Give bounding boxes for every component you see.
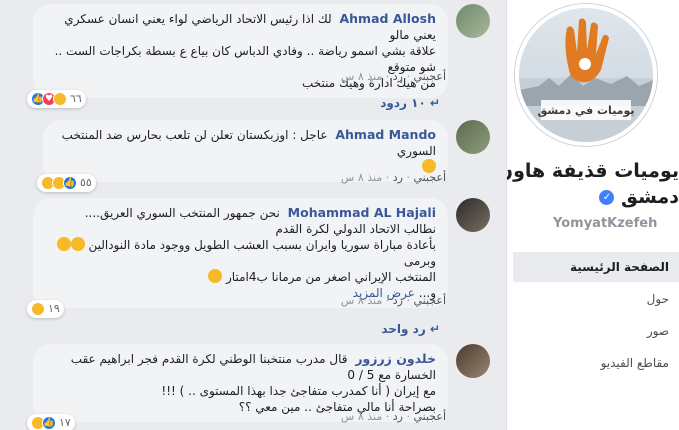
avatar[interactable]: [456, 4, 490, 38]
comment-text-line: نحن جمهور المنتخب السوري العريق....: [84, 206, 280, 220]
sidebar-item-home[interactable]: الصفحة الرئيسية: [513, 252, 679, 282]
view-replies-link[interactable]: ↵ رد واحد: [381, 322, 440, 336]
avatar[interactable]: [456, 198, 490, 232]
laughing-emoji-icon: [70, 237, 85, 251]
like-reaction-icon: 👍: [63, 176, 77, 190]
comment-text-line: المنتخب الإيراني اصغر من مرمانا ب4امتار: [226, 270, 436, 284]
reaction-summary[interactable]: ١٩: [27, 300, 64, 318]
comment-author[interactable]: Ahmad Allosh: [339, 11, 436, 26]
page-title-line: دمشق: [621, 186, 679, 208]
comment-actions: أعجبني · رد · منذ ٨ س: [340, 410, 446, 423]
reply-link[interactable]: رد: [393, 171, 403, 184]
comment-time[interactable]: منذ ٨ س: [341, 171, 382, 184]
reaction-summary[interactable]: 👍 ٥٥: [37, 174, 96, 192]
comment-actions: أعجبني · رد · منذ ٨ س: [340, 171, 446, 184]
comment-author[interactable]: Mohammad AL Hajali: [288, 205, 436, 220]
comment-time[interactable]: منذ ٨ س: [341, 294, 382, 307]
comment-text-line: بأعادة مباراة سوريا وايران بسبب العشب ال…: [88, 238, 436, 252]
comment-text-line: نطالب الاتحاد الدولي لكرة القدم: [275, 222, 436, 236]
verified-badge-icon: ✓: [599, 190, 615, 205]
reaction-count: ٥٥: [80, 176, 92, 189]
laughing-emoji-icon: [56, 237, 71, 251]
reaction-summary[interactable]: 👍 ١٧: [27, 414, 75, 430]
haha-reaction-icon: [53, 92, 67, 106]
sidebar-item-photos[interactable]: صور: [513, 324, 679, 338]
comments-feed: Ahmad Allosh لك اذا رئيس الاتحاد الرياضي…: [0, 0, 506, 430]
reply-link[interactable]: رد: [393, 294, 403, 307]
comment-text-line: وبرمى: [403, 254, 436, 268]
page-username[interactable]: YomyatKzefeh: [553, 216, 657, 231]
reply-arrow-icon: ↵: [429, 96, 440, 110]
comment-bubble: Mohammad AL Hajali نحن جمهور المنتخب الس…: [27, 198, 448, 318]
like-link[interactable]: أعجبني: [413, 171, 446, 184]
comment-author[interactable]: Ahmad Mando: [335, 127, 436, 142]
like-link[interactable]: أعجبني: [413, 70, 446, 83]
reply-arrow-icon: ↵: [429, 322, 440, 336]
like-link[interactable]: أعجبني: [413, 294, 446, 307]
replies-count: ١٠ ردود: [380, 96, 426, 110]
reaction-count: ١٧: [59, 416, 71, 429]
comment: Ahmad Allosh لك اذا رئيس الاتحاد الرياضي…: [27, 4, 490, 108]
reaction-count: ٦٦: [70, 92, 82, 105]
haha-reaction-icon: [31, 302, 45, 316]
replies-count: رد واحد: [381, 322, 426, 336]
logo-text: يوميات في دمشق: [537, 104, 634, 117]
comment-actions: أعجبني · رد · منذ ٨ س: [340, 70, 446, 83]
hand-logo-icon: يوميات في دمشق: [519, 18, 653, 142]
laughing-emoji-icon: [208, 269, 223, 283]
sidebar-item-videos[interactable]: مقاطع الفيديو: [513, 356, 679, 370]
comment-actions: أعجبني · رد · منذ ٨ س: [340, 294, 446, 307]
page-title[interactable]: يوميات قذيفة هاون في دمشق ✓: [507, 158, 679, 210]
reply-link[interactable]: رد: [393, 410, 403, 423]
sidebar-item-about[interactable]: حول: [513, 292, 679, 306]
page-title-line: يوميات قذيفة هاون في: [507, 160, 679, 182]
avatar[interactable]: [456, 120, 490, 154]
page-profile-picture[interactable]: يوميات في دمشق: [515, 4, 657, 146]
reply-link[interactable]: رد: [393, 70, 403, 83]
reaction-summary[interactable]: 👍 ♥ ٦٦: [27, 90, 86, 108]
comment-time[interactable]: منذ ٨ س: [341, 410, 382, 423]
comment-author[interactable]: خلدون زرزور: [355, 351, 436, 366]
reaction-count: ١٩: [48, 302, 60, 315]
view-replies-link[interactable]: ↵ ١٠ ردود: [380, 96, 440, 110]
avatar[interactable]: [456, 344, 490, 378]
like-link[interactable]: أعجبني: [413, 410, 446, 423]
comment-bubble: Ahmad Allosh لك اذا رئيس الاتحاد الرياضي…: [27, 4, 448, 108]
comment: Mohammad AL Hajali نحن جمهور المنتخب الس…: [27, 198, 490, 318]
like-reaction-icon: 👍: [42, 416, 56, 430]
page-sidebar: يوميات في دمشق يوميات قذيفة هاون في دمشق…: [506, 0, 679, 430]
comment-time[interactable]: منذ ٨ س: [341, 70, 382, 83]
